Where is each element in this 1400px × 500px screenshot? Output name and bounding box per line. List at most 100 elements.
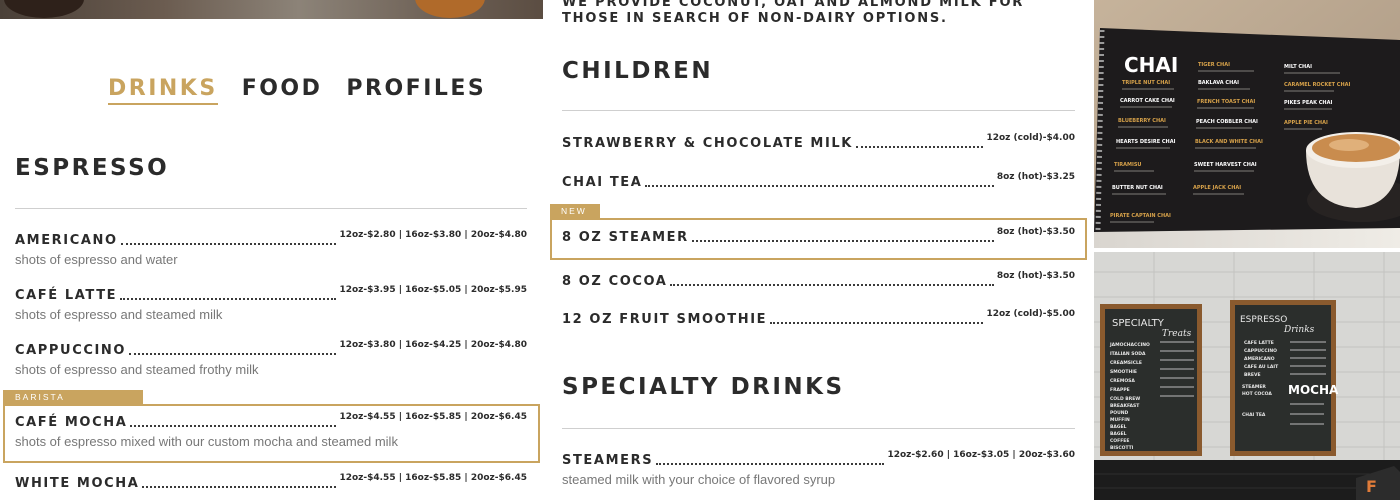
svg-text:TIGER CHAI: TIGER CHAI xyxy=(1198,62,1230,68)
tab-profiles[interactable]: PROFILES xyxy=(346,76,486,105)
dot-leader xyxy=(120,243,337,245)
item-price: 12oz-$3.95 | 16oz-$5.05 | 20oz-$5.95 xyxy=(339,285,527,295)
svg-text:STEAMER: STEAMER xyxy=(1242,384,1266,390)
item-description: shots of espresso and steamed frothy mil… xyxy=(15,362,259,377)
chalkboard-illustration: SPECIALTY Treats JAMOCHACCINO ITALIAN SO… xyxy=(1094,252,1400,500)
svg-text:FRAPPE: FRAPPE xyxy=(1110,387,1130,393)
item-price: 12oz (cold)-$4.00 xyxy=(986,133,1075,143)
item-price: 12oz-$2.80 | 16oz-$3.80 | 20oz-$4.80 xyxy=(339,230,527,240)
svg-text:CAFE AU LAIT: CAFE AU LAIT xyxy=(1244,364,1279,370)
item-name: CHAI TEA xyxy=(562,175,643,190)
item-name: STEAMERS xyxy=(562,453,654,468)
item-name: WHITE MOCHA xyxy=(15,476,140,491)
item-price: 12oz-$4.55 | 16oz-$5.85 | 20oz-$6.45 xyxy=(339,473,527,483)
chai-menu-photo: CHAI TRIPLE NUT CHAI CARROT CAKE CHAI BL… xyxy=(1094,0,1400,248)
dot-leader xyxy=(656,463,885,465)
menu-item[interactable]: 8 OZ COCOA 8oz (hot)-$3.50 xyxy=(562,271,1075,289)
dot-leader xyxy=(670,284,994,286)
svg-text:CARROT CAKE CHAI: CARROT CAKE CHAI xyxy=(1120,98,1175,104)
dot-leader xyxy=(129,353,337,355)
svg-text:FRENCH TOAST CHAI: FRENCH TOAST CHAI xyxy=(1197,99,1255,105)
svg-text:APPLE JACK CHAI: APPLE JACK CHAI xyxy=(1193,185,1241,191)
svg-text:PEACH COBBLER CHAI: PEACH COBBLER CHAI xyxy=(1196,119,1258,125)
item-description: shots of espresso and steamed milk xyxy=(15,307,223,322)
dot-leader xyxy=(142,486,337,488)
svg-text:POUND: POUND xyxy=(1110,410,1129,416)
menu-nav: DRINKS FOOD PROFILES xyxy=(108,76,486,105)
svg-text:APPLE PIE CHAI: APPLE PIE CHAI xyxy=(1284,120,1328,126)
svg-text:F: F xyxy=(1366,477,1377,496)
menu-item[interactable]: CAPPUCCINO 12oz-$3.80 | 16oz-$4.25 | 20o… xyxy=(15,340,527,377)
svg-text:SMOOTHIE: SMOOTHIE xyxy=(1110,369,1137,375)
svg-text:TIRAMISU: TIRAMISU xyxy=(1114,162,1142,168)
section-title-children: CHILDREN xyxy=(562,58,714,84)
svg-text:MUFFIN: MUFFIN xyxy=(1110,417,1130,423)
item-price: 12oz-$4.55 | 16oz-$5.85 | 20oz-$6.45 xyxy=(339,412,527,422)
item-price: 8oz (hot)-$3.50 xyxy=(996,227,1075,237)
svg-text:CHAI TEA: CHAI TEA xyxy=(1242,412,1266,418)
menu-item[interactable]: WHITE MOCHA 12oz-$4.55 | 16oz-$5.85 | 20… xyxy=(15,473,527,491)
svg-text:HEARTS DESIRE CHAI: HEARTS DESIRE CHAI xyxy=(1116,139,1176,145)
menu-item-featured[interactable]: 8 OZ STEAMER 8oz (hot)-$3.50 xyxy=(562,227,1075,245)
item-name: CAFÉ LATTE xyxy=(15,288,118,303)
item-description: steamed milk with your choice of flavore… xyxy=(562,472,836,487)
new-badge: NEW xyxy=(550,204,600,218)
svg-text:BISCOTTI: BISCOTTI xyxy=(1110,445,1134,451)
svg-text:HOT COCOA: HOT COCOA xyxy=(1242,391,1272,397)
tab-food[interactable]: FOOD xyxy=(242,76,323,105)
svg-text:BLACK AND WHITE CHAI: BLACK AND WHITE CHAI xyxy=(1195,139,1263,145)
chai-menu-illustration: CHAI TRIPLE NUT CHAI CARROT CAKE CHAI BL… xyxy=(1094,0,1400,248)
menu-item[interactable]: STRAWBERRY & CHOCOLATE MILK 12oz (cold)-… xyxy=(562,133,1075,151)
menu-item[interactable]: 12 OZ FRUIT SMOOTHIE 12oz (cold)-$5.00 xyxy=(562,309,1075,327)
barista-selection-badge: BARISTA SELECTION xyxy=(3,390,143,416)
item-name: STRAWBERRY & CHOCOLATE MILK xyxy=(562,136,853,151)
svg-text:SPECIALTY: SPECIALTY xyxy=(1112,318,1165,329)
dot-leader xyxy=(120,298,337,300)
svg-text:PIKES PEAK CHAI: PIKES PEAK CHAI xyxy=(1284,100,1332,106)
section-divider xyxy=(562,428,1075,429)
svg-text:CREAMSICLE: CREAMSICLE xyxy=(1110,360,1142,366)
non-dairy-note: WE PROVIDE COCONUT, OAT AND ALMOND MILK … xyxy=(562,0,1025,26)
dot-leader xyxy=(130,425,337,427)
item-name: 8 OZ COCOA xyxy=(562,274,668,289)
item-name: 12 OZ FRUIT SMOOTHIE xyxy=(562,312,768,327)
menu-item[interactable]: CHAI TEA 8oz (hot)-$3.25 xyxy=(562,172,1075,190)
dot-leader xyxy=(855,146,984,148)
coffee-cup-shape xyxy=(415,0,485,18)
item-price: 12oz-$2.60 | 16oz-$3.05 | 20oz-$3.60 xyxy=(887,450,1075,460)
svg-text:PIRATE CAPTAIN CHAI: PIRATE CAPTAIN CHAI xyxy=(1110,213,1171,219)
svg-text:SWEET HARVEST CHAI: SWEET HARVEST CHAI xyxy=(1194,162,1257,168)
section-title-specialty-drinks: SPECIALTY DRINKS xyxy=(562,374,845,400)
svg-text:CAPPUCCINO: CAPPUCCINO xyxy=(1244,348,1277,354)
svg-text:Treats: Treats xyxy=(1162,329,1192,339)
menu-item[interactable]: CAFÉ LATTE 12oz-$3.95 | 16oz-$5.05 | 20o… xyxy=(15,285,527,322)
svg-text:AMERICANO: AMERICANO xyxy=(1244,356,1275,362)
svg-text:BLUEBERRY CHAI: BLUEBERRY CHAI xyxy=(1118,118,1166,124)
chai-title: CHAI xyxy=(1124,53,1178,77)
svg-text:Drinks: Drinks xyxy=(1283,325,1315,335)
section-title-espresso: ESPRESSO xyxy=(15,155,170,181)
svg-text:CAFE LATTE: CAFE LATTE xyxy=(1244,340,1274,346)
hero-image xyxy=(0,0,543,19)
svg-text:COFFEE: COFFEE xyxy=(1110,438,1129,444)
svg-text:BUTTER NUT CHAI: BUTTER NUT CHAI xyxy=(1112,185,1163,191)
section-divider xyxy=(15,208,527,209)
item-price: 8oz (hot)-$3.25 xyxy=(996,172,1075,182)
menu-item-featured[interactable]: CAFÉ MOCHA 12oz-$4.55 | 16oz-$5.85 | 20o… xyxy=(15,412,527,449)
svg-text:BREVE: BREVE xyxy=(1244,372,1261,378)
item-name: CAPPUCCINO xyxy=(15,343,127,358)
svg-text:ESPRESSO: ESPRESSO xyxy=(1240,315,1287,325)
dot-leader xyxy=(770,322,984,324)
svg-text:TRIPLE NUT CHAI: TRIPLE NUT CHAI xyxy=(1122,80,1170,86)
item-name: CAFÉ MOCHA xyxy=(15,415,128,430)
chalkboard-menu-photo: SPECIALTY Treats JAMOCHACCINO ITALIAN SO… xyxy=(1094,252,1400,500)
item-name: AMERICANO xyxy=(15,233,118,248)
dot-leader xyxy=(645,185,994,187)
tab-drinks[interactable]: DRINKS xyxy=(108,76,218,105)
svg-text:BAGEL: BAGEL xyxy=(1110,424,1127,430)
svg-text:BAGEL: BAGEL xyxy=(1110,431,1127,437)
menu-item[interactable]: AMERICANO 12oz-$2.80 | 16oz-$3.80 | 20oz… xyxy=(15,230,527,267)
menu-item[interactable]: STEAMERS 12oz-$2.60 | 16oz-$3.05 | 20oz-… xyxy=(562,450,1075,487)
dot-leader xyxy=(691,240,994,242)
svg-text:CARAMEL ROCKET CHAI: CARAMEL ROCKET CHAI xyxy=(1284,82,1351,88)
